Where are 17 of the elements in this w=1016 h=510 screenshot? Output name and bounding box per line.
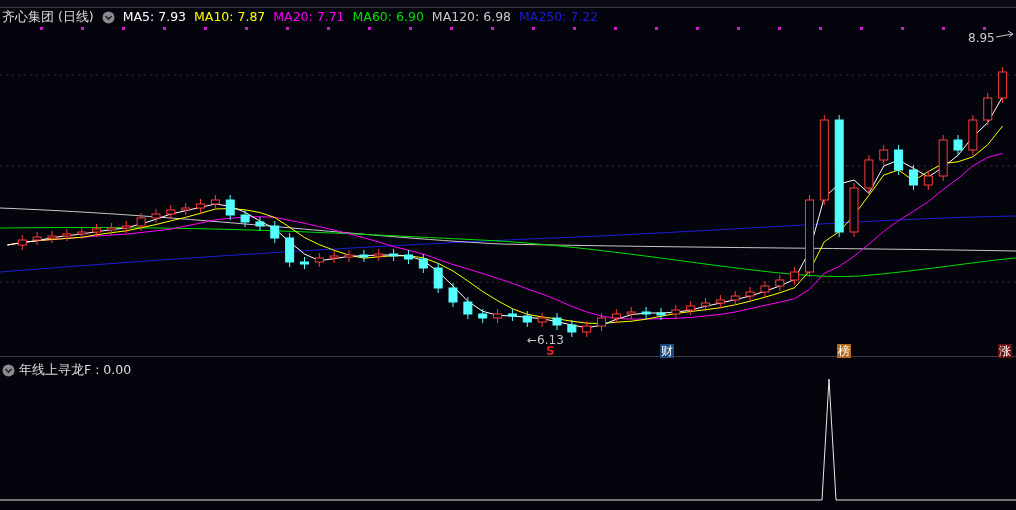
moving-average-value: MA120: 6.98	[431, 7, 512, 26]
event-marker[interactable]: S	[545, 344, 556, 358]
collapse-icon[interactable]	[2, 363, 15, 377]
high-price-label: 8.95	[968, 32, 995, 44]
moving-average-value: MA20: 7.71	[273, 7, 345, 26]
event-marker[interactable]: 财	[660, 344, 674, 358]
moving-average-value: MA250: 7.22	[519, 7, 599, 26]
moving-average-value: MA5: 7.93	[122, 7, 187, 26]
event-marker[interactable]: 涨	[998, 344, 1012, 358]
moving-average-value: MA10: 7.87	[194, 7, 266, 26]
low-price-label: ←6.13	[527, 334, 564, 346]
event-marker[interactable]: 榜	[837, 344, 851, 358]
chart-title: 齐心集团 (日线)	[2, 7, 94, 26]
collapse-icon[interactable]	[101, 10, 115, 24]
arrow-icon	[995, 30, 1015, 40]
moving-average-value: MA60: 6.90	[352, 7, 424, 26]
indicator-label: 年线上寻龙F : 0.00	[19, 361, 132, 379]
